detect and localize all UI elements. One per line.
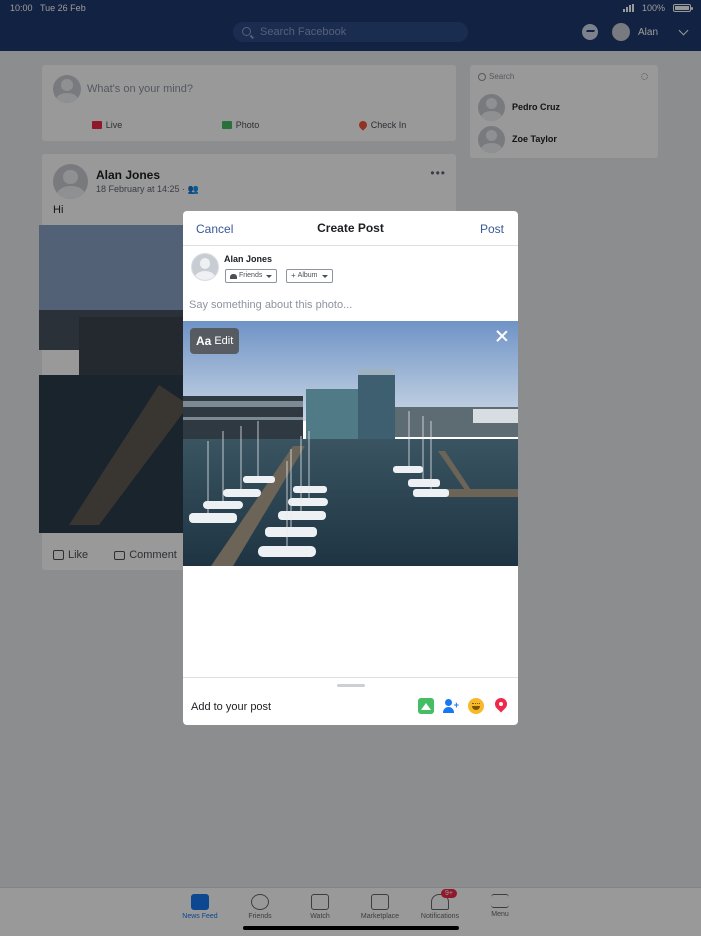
dialog-title: Create Post xyxy=(317,221,384,235)
edit-photo-button[interactable]: Aa Edit xyxy=(190,328,240,354)
dialog-header: Cancel Create Post Post xyxy=(183,211,518,246)
close-icon[interactable] xyxy=(495,329,509,343)
author-avatar xyxy=(191,253,219,281)
post-button[interactable]: Post xyxy=(480,222,504,236)
caret-down-icon xyxy=(321,274,328,278)
add-to-post-label: Add to your post xyxy=(191,701,272,713)
add-to-post-bar: Add to your post + xyxy=(183,677,518,725)
home-indicator[interactable] xyxy=(243,926,459,930)
location-pin-icon[interactable] xyxy=(493,698,509,714)
feeling-emoji-icon[interactable] xyxy=(468,698,484,714)
drag-handle[interactable] xyxy=(337,684,365,687)
caret-down-icon xyxy=(266,274,273,278)
photo-caption-input[interactable] xyxy=(189,297,509,313)
author-name: Alan Jones xyxy=(224,254,273,264)
audience-selector[interactable]: Friends xyxy=(225,269,278,283)
album-selector[interactable]: + Album xyxy=(286,269,333,283)
photo-video-icon[interactable] xyxy=(418,698,434,714)
create-post-dialog: Cancel Create Post Post Alan Jones Frien… xyxy=(183,211,518,725)
harbor-photo xyxy=(183,321,518,566)
friends-icon xyxy=(230,273,237,279)
attached-photo[interactable]: Aa Edit xyxy=(183,321,518,566)
text-style-icon: Aa xyxy=(196,334,212,348)
plus-icon: + xyxy=(291,271,296,280)
tag-people-icon[interactable]: + xyxy=(443,698,459,714)
